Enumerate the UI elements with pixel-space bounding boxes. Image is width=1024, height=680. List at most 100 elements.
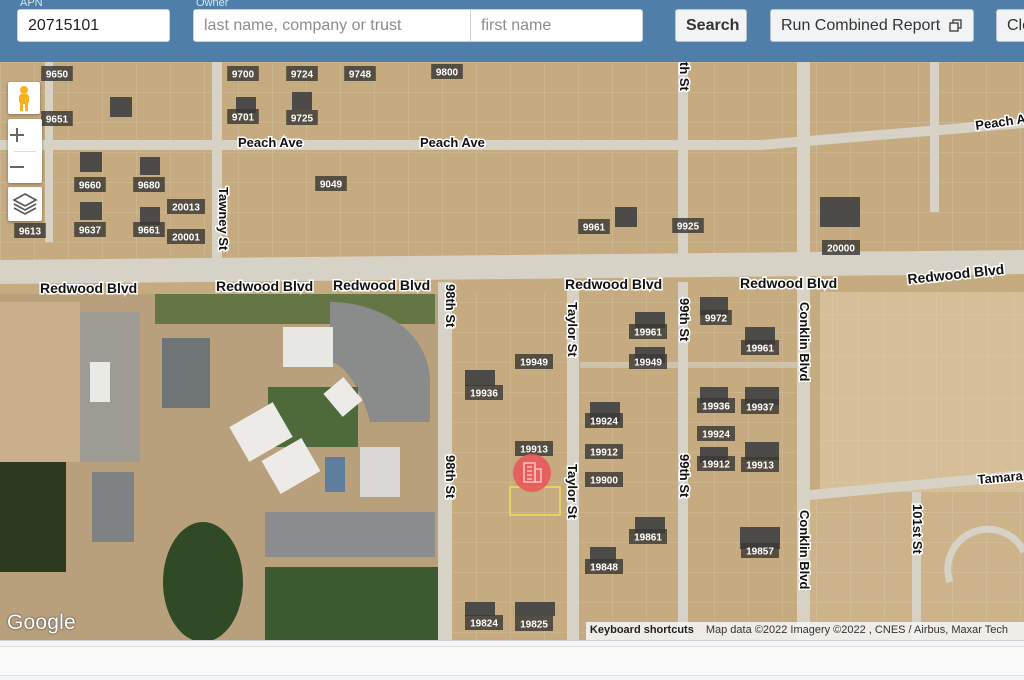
redwood-blvd-label: Redwood Blvd [740, 275, 837, 291]
parcel-label[interactable]: 9701 [227, 109, 259, 124]
redwood-blvd-label: Redwood Blvd [40, 280, 137, 296]
parcel-label[interactable]: 19949 [515, 354, 553, 369]
parcel-number: 9650 [46, 70, 69, 81]
parcel-label[interactable]: 19937 [741, 399, 779, 414]
parcel-label[interactable]: 9961 [578, 219, 610, 234]
map-layers-button[interactable] [8, 187, 42, 221]
parcel-number: 9613 [19, 227, 42, 238]
parcel-label[interactable]: 9700 [227, 66, 259, 81]
parcel-label[interactable]: 19912 [585, 444, 623, 459]
parcel-number: 20000 [827, 244, 855, 255]
building-marker-icon[interactable] [513, 454, 551, 492]
parcel-number: 19924 [702, 430, 730, 441]
google-logo: Google [7, 611, 76, 634]
search-button[interactable]: Search [675, 9, 747, 42]
parcel-number: 19937 [746, 403, 774, 414]
parcel-label[interactable]: 19961 [741, 340, 779, 355]
apn-input[interactable]: 20715101 [17, 9, 170, 42]
east-street-road [930, 62, 939, 212]
parcel-label[interactable]: 9651 [41, 111, 73, 126]
parcel-label[interactable]: 20000 [822, 240, 860, 255]
parcel-number: 9925 [677, 222, 700, 233]
parcel-label[interactable]: 9972 [700, 310, 732, 325]
99th-st-label: th St [677, 62, 692, 92]
parcel-label[interactable]: 9725 [286, 110, 318, 125]
parcel-number: 19857 [746, 547, 774, 558]
parcel-number: 20013 [172, 203, 200, 214]
parcel-label[interactable]: 9613 [14, 223, 46, 238]
parcel-label[interactable]: 19936 [465, 385, 503, 400]
parcel-number: 19949 [634, 358, 662, 369]
parcel-number: 19913 [746, 461, 774, 472]
last-name-input[interactable]: last name, company or trust [193, 9, 471, 42]
parcel-label[interactable]: 20013 [167, 199, 205, 214]
parcel-label[interactable]: 19857 [741, 543, 779, 558]
street-view-pegman[interactable] [8, 82, 40, 114]
parcel-label[interactable]: 19848 [585, 559, 623, 574]
clear-button[interactable]: Clear [996, 9, 1024, 42]
parcel-number: 19949 [520, 358, 548, 369]
taylor-st-label: Taylor St [565, 464, 580, 519]
peach-ave-label: Peach Ave [420, 135, 485, 150]
redwood-blvd-label: Redwood Blvd [333, 277, 430, 293]
parcel-label[interactable]: 19861 [629, 529, 667, 544]
zoom-in-button[interactable] [8, 119, 42, 151]
redwood-blvd-label: Redwood Blvd [216, 278, 313, 294]
apn-label: APN [20, 0, 43, 9]
parcel-label[interactable]: 19824 [465, 615, 503, 630]
parcel-number: 9049 [320, 180, 343, 191]
run-combined-report-button[interactable]: Run Combined Report [770, 9, 974, 42]
map-imagery: Peach Ave Peach Ave Peach Ave Redwood Bl… [0, 62, 1024, 640]
map-attribution: Keyboard shortcuts Map data ©2022 Imagery… [585, 622, 1024, 640]
parcel-number: 19912 [590, 448, 618, 459]
parcel-label[interactable]: 19913 [515, 441, 553, 456]
search-toolbar: APN 20715101 Owner last name, company or… [0, 0, 1024, 62]
98th-st-label: 98th St [443, 455, 458, 499]
parcel-number: 19848 [590, 563, 618, 574]
parcel-label[interactable]: 19961 [629, 324, 667, 339]
parcel-label[interactable]: 9724 [286, 66, 318, 81]
parcel-label[interactable]: 19924 [697, 426, 735, 441]
parcel-label[interactable]: 9661 [133, 222, 165, 237]
parcel-label[interactable]: 19900 [585, 472, 623, 487]
parcel-number: 19824 [470, 619, 498, 630]
parcel-label[interactable]: 19949 [629, 354, 667, 369]
satellite-map[interactable]: Peach Ave Peach Ave Peach Ave Redwood Bl… [0, 62, 1024, 640]
layers-icon [12, 193, 38, 215]
parcel-label[interactable]: 9650 [41, 66, 73, 81]
school-campus [0, 294, 440, 640]
parcel-number: 9972 [705, 314, 728, 325]
parcel-label[interactable]: 9680 [133, 177, 165, 192]
parcel-label[interactable]: 9748 [344, 66, 376, 81]
parcel-label[interactable]: 9660 [74, 177, 106, 192]
parcel-number: 19825 [520, 620, 548, 631]
parcel-number: 9701 [232, 113, 255, 124]
bottom-panel-strip [0, 646, 1024, 676]
zoom-out-button[interactable] [8, 151, 42, 183]
parcel-label[interactable]: 19936 [697, 398, 735, 413]
parcel-label[interactable]: 19924 [585, 413, 623, 428]
parcel-number: 9724 [291, 70, 314, 81]
parcel-label[interactable]: 9925 [672, 218, 704, 233]
parcel-number: 9661 [138, 226, 161, 237]
parcel-label[interactable]: 9637 [74, 222, 106, 237]
parcel-label[interactable]: 9800 [431, 64, 463, 79]
parcel-label[interactable]: 20001 [167, 229, 205, 244]
parcel-label[interactable]: 19825 [515, 616, 553, 631]
parcel-label[interactable]: 9049 [315, 176, 347, 191]
parcel-number: 20001 [172, 233, 200, 244]
parcel-number: 19936 [470, 389, 498, 400]
parcel-label[interactable]: 19913 [741, 457, 779, 472]
keyboard-shortcuts-link[interactable]: Keyboard shortcuts [590, 624, 694, 636]
copy-icon [949, 19, 962, 32]
parcel-number: 19912 [702, 460, 730, 471]
pegman-icon [19, 86, 29, 111]
first-name-input[interactable]: first name [470, 9, 643, 42]
parcel-label[interactable]: 19912 [697, 456, 735, 471]
plus-icon [10, 128, 24, 142]
101st-st-label: 101st St [910, 504, 925, 555]
99th-st-label: 99th St [677, 454, 692, 498]
parcel-number: 9651 [46, 115, 69, 126]
run-combined-report-label: Run Combined Report [781, 17, 941, 34]
parcel-number: 19913 [520, 445, 548, 456]
